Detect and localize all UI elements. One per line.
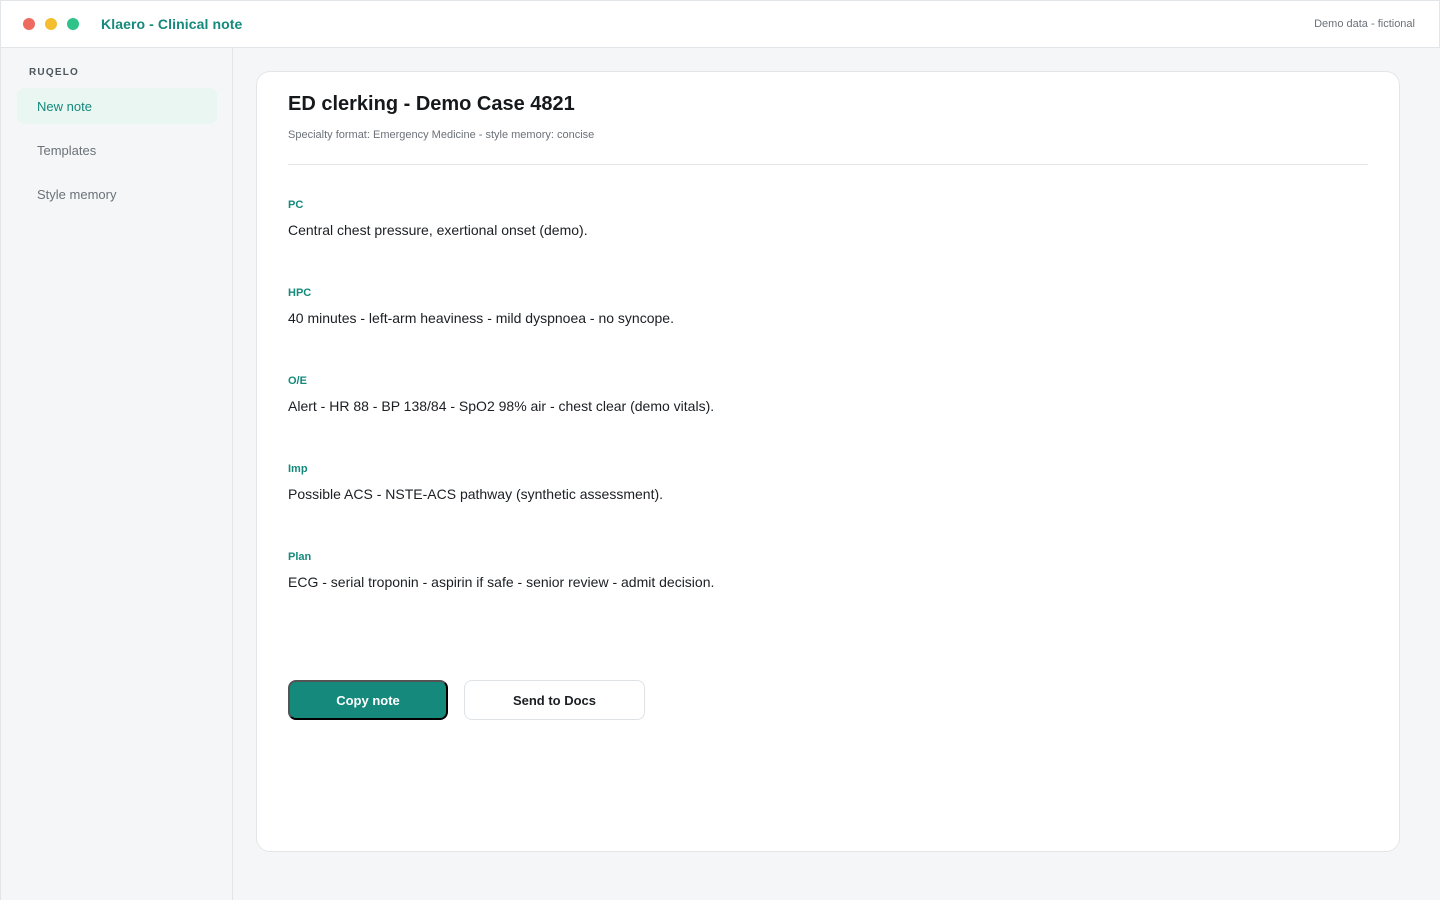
note-title: ED clerking - Demo Case 4821 [288, 93, 575, 115]
section-text[interactable]: 40 minutes - left-arm heaviness - mild d… [288, 310, 674, 326]
section-text[interactable]: Possible ACS - NSTE-ACS pathway (synthet… [288, 486, 663, 502]
section-label: Imp [288, 463, 308, 475]
minimize-icon[interactable] [45, 18, 57, 30]
section-pc: PC Central chest pressure, exertional on… [288, 199, 588, 238]
sidebar-item-label: Templates [37, 142, 97, 158]
section-text[interactable]: Alert - HR 88 - BP 138/84 - SpO2 98% air… [288, 398, 714, 414]
sidebar-item-templates[interactable]: Templates [17, 132, 217, 168]
window-title: Klaero - Clinical note [101, 16, 243, 32]
section-text[interactable]: ECG - serial troponin - aspirin if safe … [288, 574, 714, 590]
window-controls [23, 18, 79, 30]
section-plan: Plan ECG - serial troponin - aspirin if … [288, 551, 714, 590]
section-label: Plan [288, 551, 312, 563]
title-bar: Klaero - Clinical note Demo data - ficti… [0, 0, 1440, 48]
section-hpc: HPC 40 minutes - left-arm heaviness - mi… [288, 287, 674, 326]
section-oe: O/E Alert - HR 88 - BP 138/84 - SpO2 98%… [288, 375, 714, 414]
sidebar-item-label: New note [37, 98, 92, 114]
close-icon[interactable] [23, 18, 35, 30]
divider [288, 164, 1368, 165]
sidebar-item-new-note[interactable]: New note [17, 88, 217, 124]
section-label: PC [288, 199, 304, 211]
demo-data-label: Demo data - fictional [1314, 18, 1415, 30]
note-subtitle: Specialty format: Emergency Medicine - s… [288, 129, 595, 141]
sidebar-item-label: Style memory [37, 186, 117, 202]
sidebar: RUQELO New note Templates Style memory [0, 48, 233, 900]
brand-label: RUQELO [29, 67, 79, 78]
section-label: HPC [288, 287, 312, 299]
sidebar-item-style-memory[interactable]: Style memory [17, 176, 217, 212]
section-imp: Imp Possible ACS - NSTE-ACS pathway (syn… [288, 463, 663, 502]
section-text[interactable]: Central chest pressure, exertional onset… [288, 222, 588, 238]
section-label: O/E [288, 375, 307, 387]
zoom-icon[interactable] [67, 18, 79, 30]
send-to-docs-button[interactable]: Send to Docs [464, 680, 645, 720]
note-card: ED clerking - Demo Case 4821 Specialty f… [256, 71, 1400, 852]
copy-note-button[interactable]: Copy note [288, 680, 448, 720]
